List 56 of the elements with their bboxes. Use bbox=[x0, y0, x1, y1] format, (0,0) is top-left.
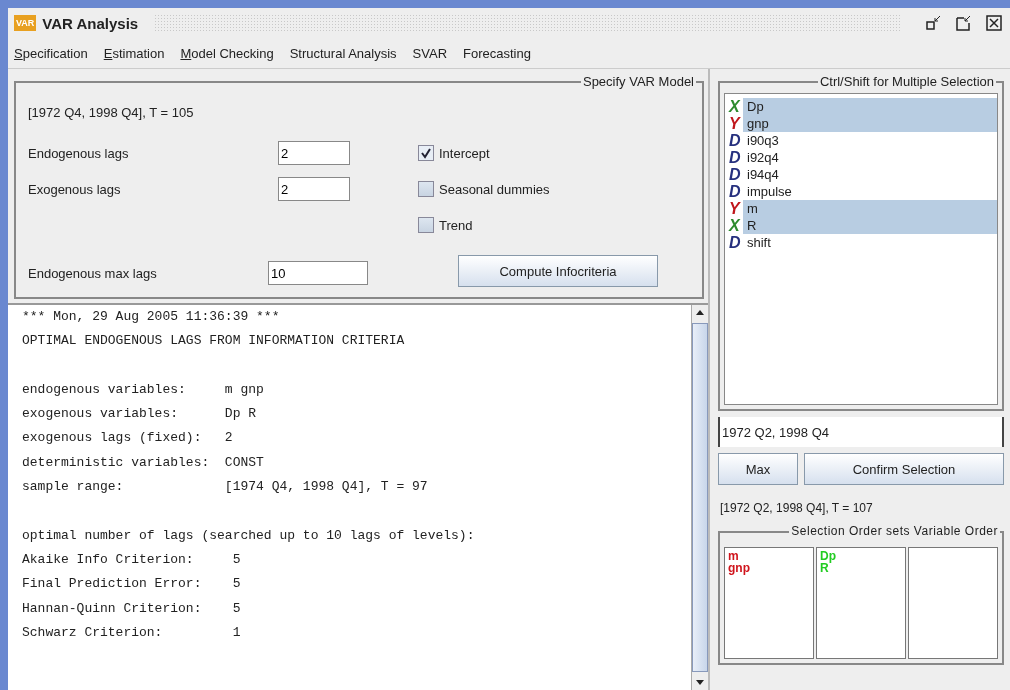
variable-item[interactable]: X Dp bbox=[725, 98, 997, 115]
output-line: *** Mon, 29 Aug 2005 11:36:39 *** bbox=[22, 308, 281, 326]
menu-item[interactable]: Structural Analysis bbox=[289, 45, 397, 61]
output-line: exogenous lags (fixed): 2 bbox=[22, 429, 234, 448]
order-item: Dp bbox=[820, 550, 836, 562]
variable-item[interactable]: X R bbox=[725, 217, 997, 234]
output-line: OPTIMAL ENDOGENOUS LAGS FROM INFORMATION CRITERIA bbox=[22, 332, 406, 351]
variable-item[interactable]: D i94q4 bbox=[725, 166, 997, 183]
maximize-icon[interactable] bbox=[956, 15, 972, 31]
scrollbar[interactable] bbox=[691, 305, 708, 690]
sample-field[interactable]: 1972 Q2, 1998 Q4 bbox=[718, 417, 1004, 447]
output-line: optimal number of lags (searched up to 10 lags of levels): bbox=[22, 526, 476, 545]
field-label: Exogenous lags bbox=[28, 181, 122, 197]
checkbox-label: Trend bbox=[439, 217, 473, 233]
input-field[interactable]: 2 bbox=[278, 141, 350, 165]
confirm-button[interactable]: Confirm Selection bbox=[804, 453, 1004, 485]
order-item: R bbox=[820, 562, 829, 574]
order-item: gnp bbox=[728, 562, 750, 574]
close-icon[interactable] bbox=[986, 15, 1002, 31]
compute-button[interactable]: Compute Infocriteria bbox=[458, 255, 658, 287]
checkbox[interactable] bbox=[418, 217, 434, 233]
output-line: exogenous variables: Dp R bbox=[22, 405, 258, 424]
output-line: Hannan-Quinn Criterion: 5 bbox=[22, 599, 242, 618]
checkbox[interactable] bbox=[418, 145, 434, 161]
field-label: Endogenous max lags bbox=[28, 265, 158, 281]
output-line: Final Prediction Error: 5 bbox=[22, 575, 242, 594]
checkbox-label: Intercept bbox=[439, 145, 490, 161]
menu-item[interactable]: SVAR bbox=[412, 45, 448, 61]
output-line: Schwarz Criterion: 1 bbox=[22, 623, 242, 642]
range-label: [1972 Q2, 1998 Q4], T = 107 bbox=[720, 501, 874, 517]
checkbox-label: Seasonal dummies bbox=[439, 181, 550, 197]
output-line: sample range: [1974 Q4, 1998 Q4], T = 97 bbox=[22, 478, 429, 497]
output-line: deterministic variables: CONST bbox=[22, 453, 265, 472]
group-title: Ctrl/Shift for Multiple Selection bbox=[817, 74, 996, 89]
window-title: VAR Analysis bbox=[42, 14, 139, 32]
checkbox[interactable] bbox=[418, 181, 434, 197]
max-button[interactable]: Max bbox=[718, 453, 798, 485]
variable-item[interactable]: D shift bbox=[725, 234, 997, 251]
output-line: Akaike Info Criterion: 5 bbox=[22, 550, 242, 569]
menu-item[interactable]: Estimation bbox=[103, 45, 165, 61]
order-item: m bbox=[728, 550, 739, 562]
minimize-icon[interactable] bbox=[926, 15, 942, 31]
menu-item[interactable]: Specification bbox=[14, 45, 88, 61]
menu-item[interactable]: Model Checking bbox=[180, 45, 274, 61]
variable-item[interactable]: D impulse bbox=[725, 183, 997, 200]
variable-item[interactable]: D i92q4 bbox=[725, 149, 997, 166]
variable-item[interactable]: D i90q3 bbox=[725, 132, 997, 149]
output-line: endogenous variables: m gnp bbox=[22, 380, 265, 399]
app-logo: VAR bbox=[14, 15, 37, 31]
field-label: Endogenous lags bbox=[28, 145, 130, 161]
menu-item[interactable]: Forecasting bbox=[463, 45, 531, 61]
range-label: [1972 Q4, 1998 Q4], T = 105 bbox=[28, 105, 195, 122]
group-title: Specify VAR Model bbox=[580, 74, 696, 89]
input-field[interactable]: 10 bbox=[268, 261, 368, 285]
group-title: Selection Order sets Variable Order bbox=[789, 524, 1000, 538]
input-field[interactable]: 2 bbox=[278, 177, 350, 201]
